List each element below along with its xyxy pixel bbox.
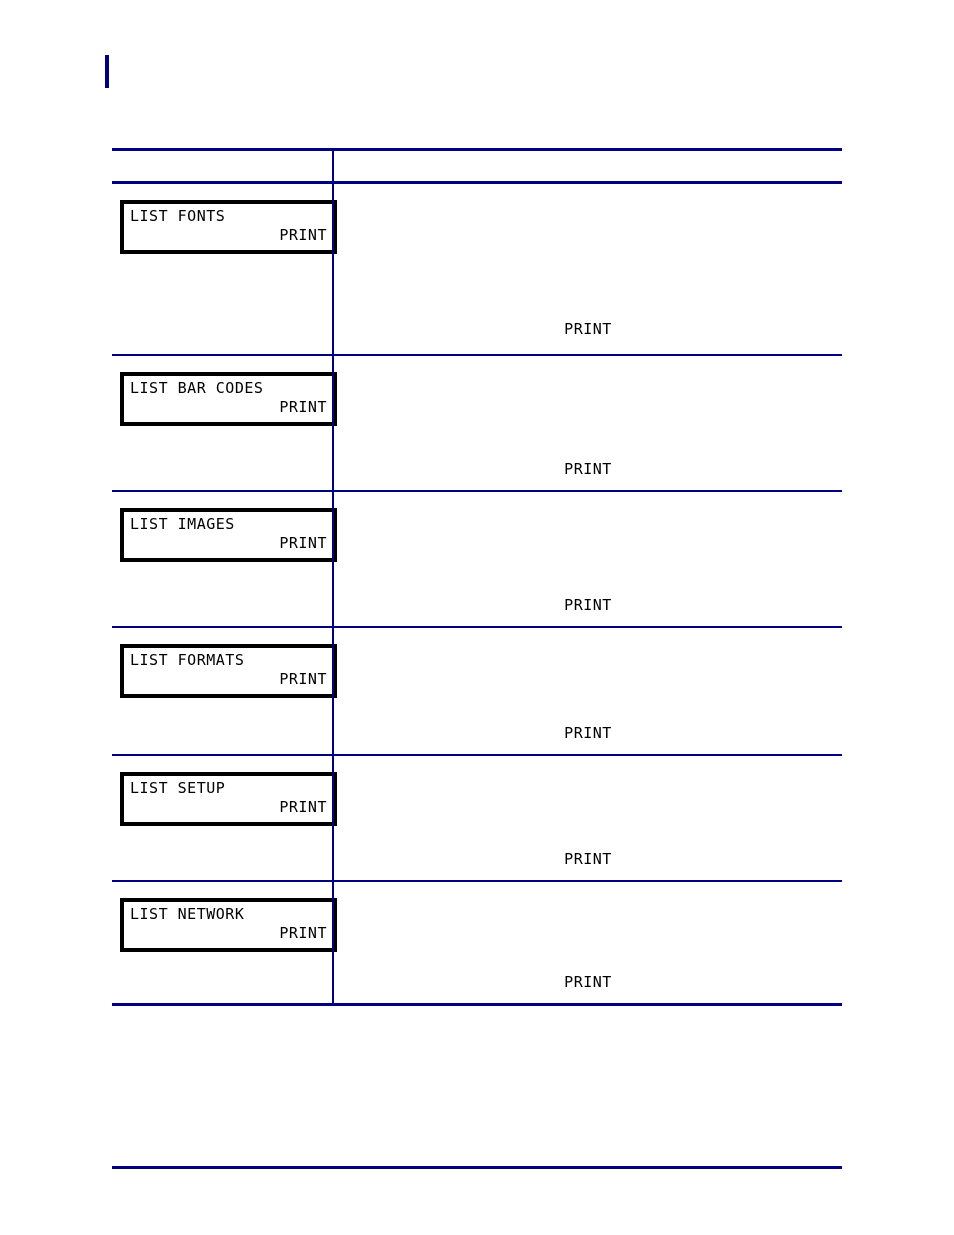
description-action-label: PRINT [564,460,612,478]
table-row: LIST IMAGES PRINT PRINT [112,491,842,628]
row-description-cell: PRINT [333,491,842,628]
lcd-display-list-formats[interactable]: LIST FORMATS PRINT [120,644,337,698]
lcd-title: LIST FONTS [130,207,226,225]
page-corner-marker [105,55,109,88]
lcd-display-list-fonts[interactable]: LIST FONTS PRINT [120,200,337,254]
lcd-cell: LIST BAR CODES PRINT [112,356,337,490]
lcd-title: LIST FORMATS [130,651,245,669]
lcd-display-list-network[interactable]: LIST NETWORK PRINT [120,898,337,952]
description-body: PRINT [334,628,842,754]
lcd-action: PRINT [279,670,327,688]
description-action-label: PRINT [564,973,612,991]
lcd-display-list-bar-codes[interactable]: LIST BAR CODES PRINT [120,372,337,426]
lcd-title: LIST NETWORK [130,905,245,923]
table-row: LIST FORMATS PRINT PRINT [112,627,842,756]
row-control-cell: LIST IMAGES PRINT [112,491,337,628]
row-description-cell: PRINT [333,755,842,882]
table-row: LIST NETWORK PRINT PRINT [112,881,842,1006]
lcd-title: LIST IMAGES [130,515,235,533]
lcd-display-list-images[interactable]: LIST IMAGES PRINT [120,508,337,562]
row-control-cell: LIST BAR CODES PRINT [112,355,337,492]
lcd-cell: LIST FONTS PRINT [112,184,337,354]
menu-reference-table: LIST FONTS PRINT PRINT LIST BAR CODES PR… [112,148,842,1006]
row-control-cell: LIST FONTS PRINT [112,182,337,356]
table-row: LIST FONTS PRINT PRINT [112,182,842,356]
lcd-action: PRINT [279,924,327,942]
description-action-label: PRINT [564,320,612,338]
description-body: PRINT [334,356,842,490]
lcd-title: LIST BAR CODES [130,379,264,397]
header-cell-description [333,148,842,184]
lcd-title: LIST SETUP [130,779,226,797]
lcd-display-list-setup[interactable]: LIST SETUP PRINT [120,772,337,826]
row-description-cell: PRINT [333,881,842,1006]
description-body: PRINT [334,492,842,626]
table-row: LIST BAR CODES PRINT PRINT [112,355,842,492]
lcd-action: PRINT [279,798,327,816]
lcd-action: PRINT [279,398,327,416]
table-row: LIST SETUP PRINT PRINT [112,755,842,882]
description-action-label: PRINT [564,724,612,742]
lcd-cell: LIST IMAGES PRINT [112,492,337,626]
row-control-cell: LIST FORMATS PRINT [112,627,337,756]
description-body: PRINT [334,756,842,880]
description-action-label: PRINT [564,850,612,868]
lcd-cell: LIST NETWORK PRINT [112,882,337,1003]
lcd-action: PRINT [279,226,327,244]
description-body: PRINT [334,882,842,1003]
lcd-cell: LIST FORMATS PRINT [112,628,337,754]
row-control-cell: LIST SETUP PRINT [112,755,337,882]
lcd-cell: LIST SETUP PRINT [112,756,337,880]
header-cell-control [112,148,334,184]
footer-rule [112,1166,842,1169]
description-body: PRINT [334,184,842,354]
lcd-action: PRINT [279,534,327,552]
table-header-row [112,148,842,184]
row-description-cell: PRINT [333,182,842,356]
description-action-label: PRINT [564,596,612,614]
row-description-cell: PRINT [333,627,842,756]
row-description-cell: PRINT [333,355,842,492]
row-control-cell: LIST NETWORK PRINT [112,881,337,1006]
